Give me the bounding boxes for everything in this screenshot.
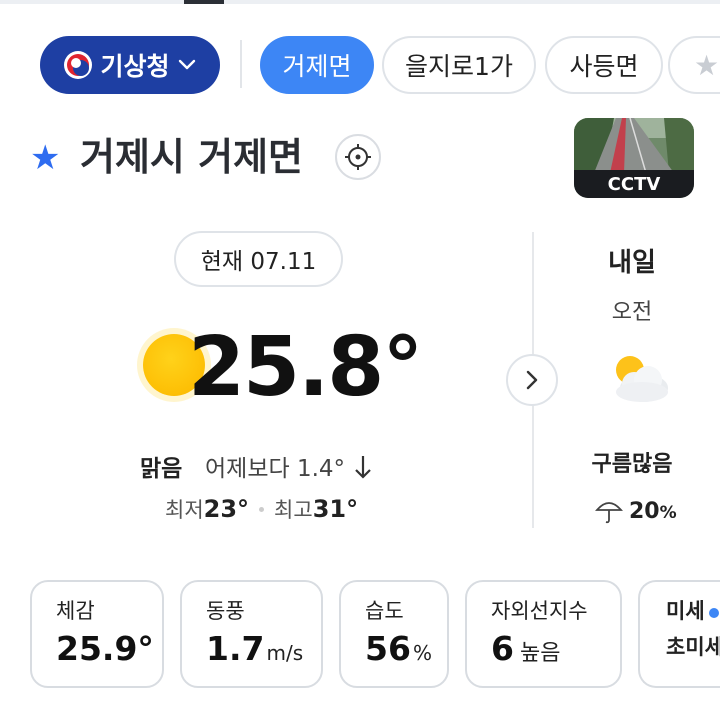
tomorrow-title: 내일: [608, 248, 656, 278]
arrow-down-icon: [355, 456, 372, 479]
detail-card-feels-like[interactable]: 체감 25.9°: [30, 580, 164, 688]
separator-dot: [259, 507, 265, 512]
kma-logo-icon: [64, 51, 93, 79]
detail-label: 미세: [666, 599, 705, 623]
detail-label: 동풍: [206, 599, 245, 623]
cctv-thumbnail-button[interactable]: CCTV: [574, 118, 694, 198]
detail-label: 자외선지수: [491, 599, 588, 623]
chevron-right-icon: [526, 370, 538, 390]
detail-unit: 높음: [519, 641, 561, 666]
detail-unit: %: [412, 641, 432, 665]
rain-chance-value: 20: [629, 498, 660, 524]
favorite-star-icon[interactable]: ★: [30, 138, 60, 178]
chevron-down-icon: [178, 59, 195, 70]
current-condition: 맑음: [140, 456, 183, 482]
dust-status-dot: [708, 608, 719, 618]
detail-value: 1.7: [206, 629, 265, 668]
tomorrow-rain-chance: 20%: [595, 498, 677, 524]
detail-value: 6: [491, 629, 514, 668]
top-divider: [0, 0, 720, 4]
rain-chance-unit: %: [659, 502, 677, 523]
agency-selector-button[interactable]: 기상청: [40, 36, 220, 94]
detail-unit: m/s: [266, 641, 304, 665]
location-chip[interactable]: 사등면: [545, 36, 663, 94]
agency-label: 기상청: [100, 52, 170, 81]
temperature-compare: 어제보다 1.4°: [205, 449, 372, 483]
top-tab-indicator: [184, 0, 224, 4]
star-outline-icon: ★: [694, 48, 720, 82]
detail-card-wind[interactable]: 동풍 1.7 m/s: [180, 580, 323, 688]
low-value: 23°: [203, 495, 250, 523]
location-chip[interactable]: 을지로1가: [382, 36, 536, 94]
detail-sublabel: 초미세: [666, 635, 720, 659]
tomorrow-condition: 구름많음: [591, 452, 673, 477]
tomorrow-period: 오전: [611, 300, 653, 325]
location-title: 거제시 거제면: [80, 135, 303, 179]
high-label: 최고: [274, 498, 313, 522]
umbrella-icon: [595, 502, 623, 524]
next-forecast-button[interactable]: [506, 354, 558, 406]
location-chip-active[interactable]: 거제면: [260, 36, 374, 94]
current-date-pill: 현재 07.11: [174, 231, 343, 287]
detail-label: 체감: [56, 599, 95, 623]
compare-text: 어제보다 1.4°: [205, 456, 346, 482]
chip-separator: [240, 40, 242, 88]
current-temperature: 25.8°: [188, 320, 423, 415]
detail-label: 습도: [365, 599, 404, 623]
detail-card-humidity[interactable]: 습도 56%: [339, 580, 449, 688]
partly-cloudy-icon: [616, 356, 668, 402]
cctv-label: CCTV: [574, 170, 694, 198]
low-label: 최저: [165, 498, 204, 522]
high-value: 31°: [312, 495, 359, 523]
locate-button[interactable]: [335, 134, 381, 180]
detail-value: 25.9°: [56, 629, 154, 668]
detail-value: 56: [365, 629, 411, 668]
crosshair-icon: [345, 144, 371, 170]
favorite-chip[interactable]: ★: [668, 36, 720, 94]
detail-card-uv[interactable]: 자외선지수 6 높음: [465, 580, 622, 688]
detail-card-dust[interactable]: 미세 초미세: [638, 580, 720, 688]
min-max-temperature: 최저 23° 최고 31°: [165, 494, 358, 524]
